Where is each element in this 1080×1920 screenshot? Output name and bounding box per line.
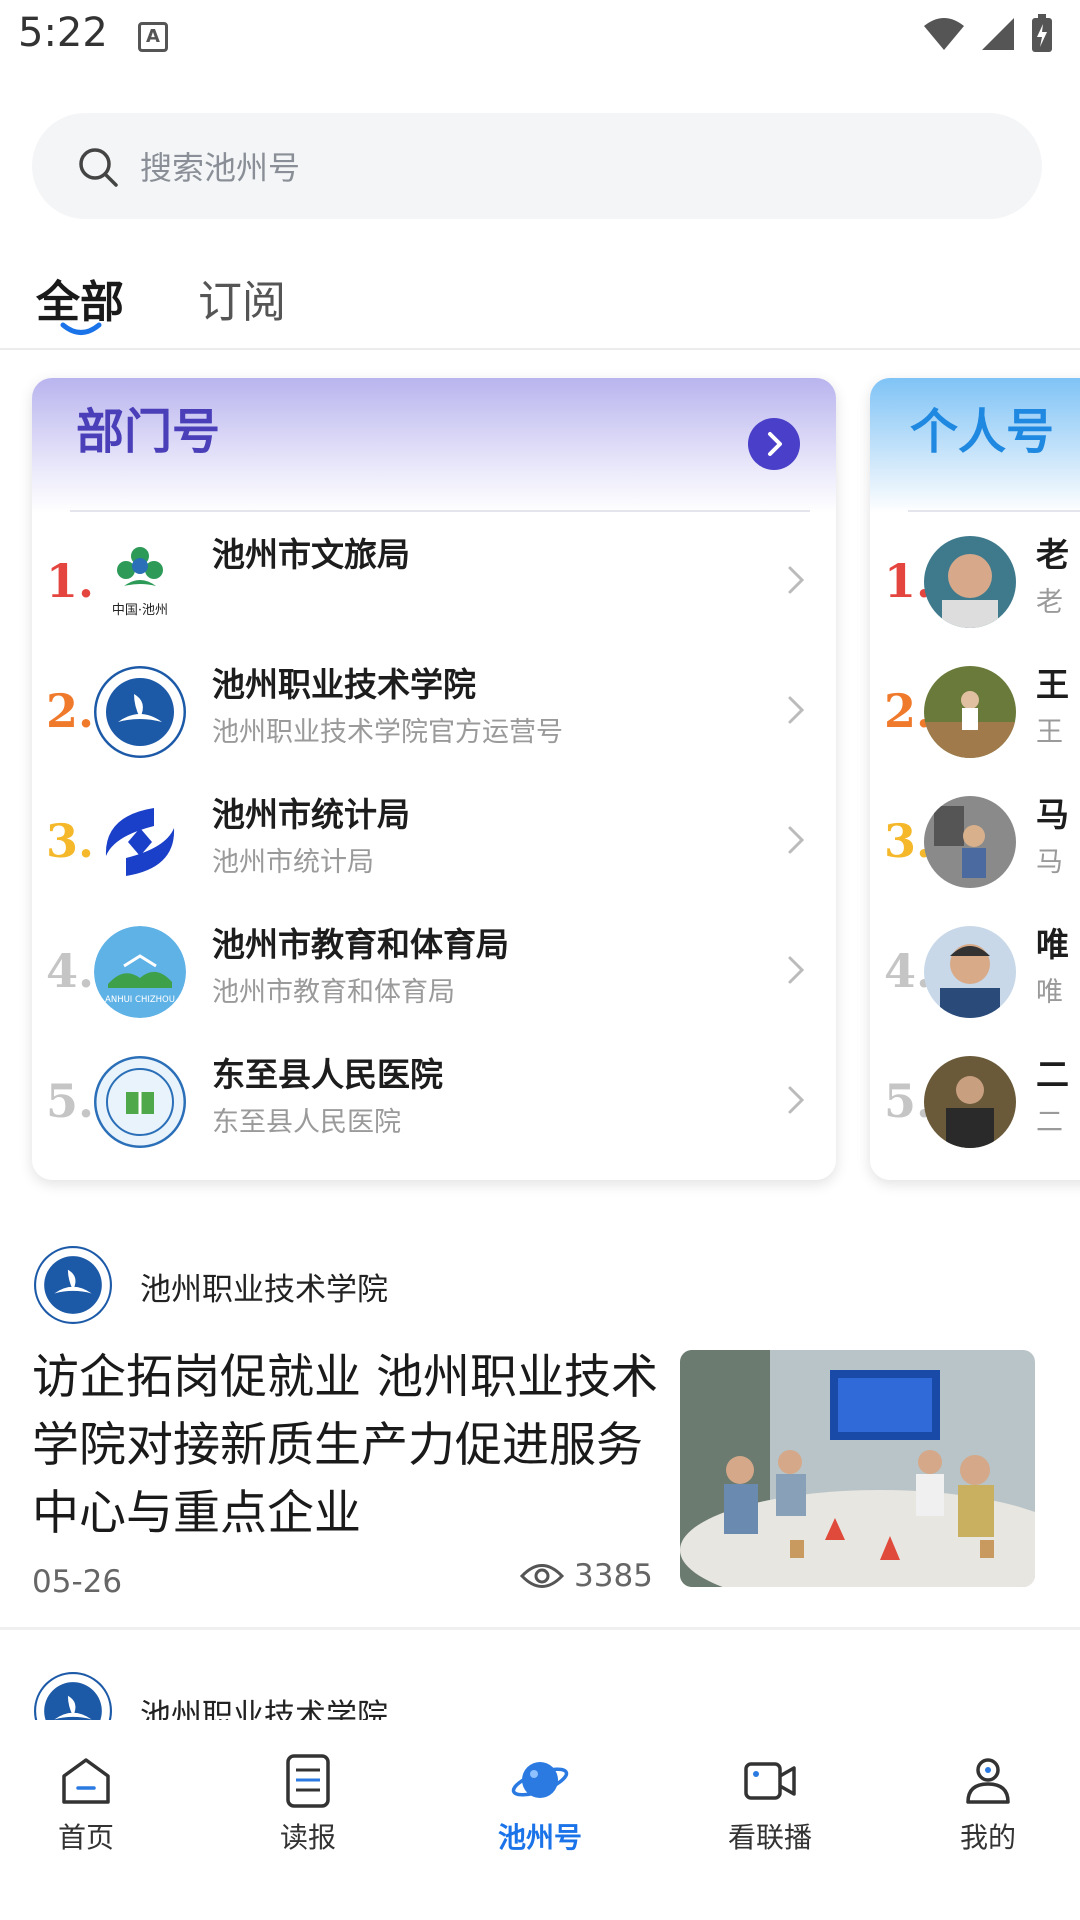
list-item[interactable]: 4. 唯 唯 [870,908,1080,1038]
planet-icon [511,1762,569,1798]
tourism-logo: 中国·池州 [94,536,186,628]
article-title[interactable]: 访企拓岗促就业 池州职业技术学院对接新质生产力促进服务中心与重点企业 [32,1344,662,1548]
notification-icon: A [138,22,168,52]
more-button[interactable] [748,418,800,470]
item-name: 池州职业技术学院 [212,665,476,704]
article-card[interactable]: 池州职业技术学院 访企拓岗促就业 池州职业技术学院对接新质生产力促进服务中心与重… [0,1240,1080,1630]
list-item[interactable]: 3. 池州市统计局 池州市统计局 [32,778,836,908]
item-name: 二 [1036,1055,1069,1094]
view-count-value: 3385 [574,1558,653,1594]
item-description: 池州职业技术学院官方运营号 [212,717,563,748]
list-item[interactable]: 4. ANHUI CHIZHOU 池州市教育和体育局 池州市教育和体育局 [32,908,836,1038]
item-name: 王 [1036,665,1069,704]
education-logo: ANHUI CHIZHOU [94,926,186,1018]
rank-number: 2. [46,684,95,738]
status-icons [922,14,1054,54]
nav-home[interactable]: 首页 [6,1750,166,1856]
nav-label: 池州号 [497,1821,582,1854]
list-item[interactable]: 2. 王 王 [870,648,1080,778]
item-name: 池州市教育和体育局 [212,925,509,964]
list-item[interactable]: 5. 东至县人民医院 东至县人民医院 [32,1038,836,1168]
nav-label: 看联播 [727,1821,812,1854]
item-name: 东至县人民医院 [212,1055,443,1094]
college-logo [94,666,186,758]
home-icon [62,1758,110,1804]
item-name: 唯 [1036,925,1069,964]
avatar [924,536,1016,628]
item-name: 马 [1036,795,1069,834]
chevron-right-icon [788,566,805,594]
nav-profile[interactable]: 我的 [908,1750,1068,1856]
item-name: 老 [1036,535,1069,574]
search-placeholder: 搜索池州号 [140,149,301,187]
item-description: 二 [1036,1107,1063,1138]
nav-label: 我的 [959,1821,1016,1854]
chevron-right-icon [788,1086,805,1114]
item-description: 池州市教育和体育局 [212,977,455,1008]
newspaper-icon [286,1754,330,1808]
article-author[interactable]: 池州职业技术学院 [140,1264,388,1309]
item-description: 老 [1036,587,1063,618]
card-title: 个人号 [910,404,1055,460]
video-icon [744,1762,796,1800]
nav-chizhou-account[interactable]: 池州号 [460,1750,620,1856]
page: 5:22 A 搜索池州号 全部 订阅 部门号 1. 中国·池州 池州市文旅局 2… [0,0,1080,1920]
search-input[interactable]: 搜索池州号 [32,113,1042,219]
nav-label: 读报 [279,1821,336,1854]
eye-icon [520,1564,564,1588]
statistics-logo [94,796,186,888]
nav-label: 首页 [57,1821,114,1854]
tab-all[interactable]: 全部 [36,266,124,330]
author-avatar[interactable] [34,1246,112,1324]
tab-subscribe[interactable]: 订阅 [198,266,286,330]
item-description: 东至县人民医院 [212,1107,401,1138]
item-description: 池州市统计局 [212,847,374,878]
status-time: 5:22 [18,10,108,56]
nav-video[interactable]: 看联播 [690,1750,850,1856]
battery-icon [1032,14,1052,52]
avatar [924,666,1016,758]
article-date: 05-26 [32,1564,123,1600]
bottom-navigation: 首页 读报 池州号 看联播 我的 [0,1720,1080,1920]
status-bar: 5:22 A [0,0,1080,75]
search-icon [79,148,118,187]
item-description: 唯 [1036,977,1063,1008]
tab-bar: 全部 订阅 [0,260,1080,350]
list-item[interactable]: 5. 二 二 [870,1038,1080,1168]
avatar [924,926,1016,1018]
list-item[interactable]: 1. 中国·池州 池州市文旅局 [32,518,836,648]
divider [70,510,810,512]
hospital-logo [94,1056,186,1148]
item-name: 池州市统计局 [212,795,410,834]
chevron-right-icon [788,956,805,984]
list-item[interactable]: 3. 马 马 [870,778,1080,908]
nav-newspaper[interactable]: 读报 [228,1750,388,1856]
tab-active-indicator [60,322,102,335]
personal-ranking-card[interactable]: 个人号 1. 老 老 2. 王 王 3. 马 马 4. 唯 唯 5. 二 二 [870,378,1080,1180]
avatar [924,796,1016,888]
department-ranking-card: 部门号 1. 中国·池州 池州市文旅局 2. 池州职业技术学院 池州职业技术学院… [32,378,836,1180]
svg-text:中国·池州: 中国·池州 [112,603,168,618]
rank-number: 3. [46,814,95,868]
profile-icon [966,1758,1010,1804]
view-count: 3385 [520,1558,653,1594]
wifi-icon [924,18,964,50]
avatar [924,1056,1016,1148]
rank-number: 4. [46,944,95,998]
item-description: 王 [1036,717,1063,748]
chevron-right-icon [768,432,782,456]
chevron-right-icon [788,696,805,724]
rank-number: 1. [46,554,95,608]
rank-number: 5. [46,1074,95,1128]
chevron-right-icon [788,826,805,854]
divider [908,510,1080,512]
article-thumbnail[interactable] [680,1350,1035,1587]
svg-text:ANHUI CHIZHOU: ANHUI CHIZHOU [105,995,175,1005]
list-item[interactable]: 2. 池州职业技术学院 池州职业技术学院官方运营号 [32,648,836,778]
signal-icon [982,18,1014,50]
item-description: 马 [1036,847,1063,878]
item-name: 池州市文旅局 [212,535,410,574]
list-item[interactable]: 1. 老 老 [870,518,1080,648]
card-title: 部门号 [76,404,221,460]
